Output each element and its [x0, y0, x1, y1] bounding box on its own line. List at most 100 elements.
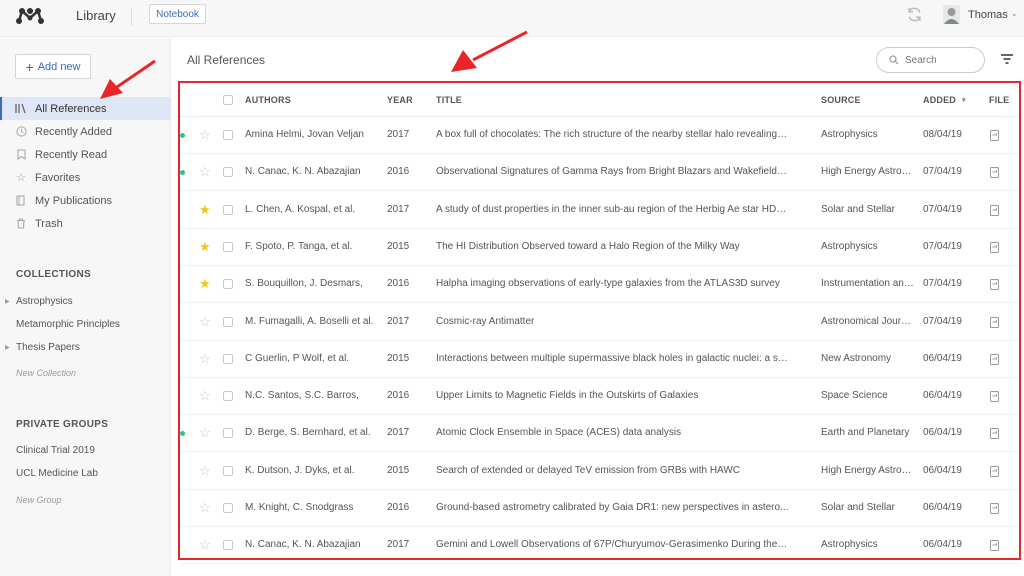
file-icon[interactable]: [990, 391, 999, 403]
row-checkbox[interactable]: [223, 241, 233, 252]
column-authors[interactable]: AUTHORS: [245, 95, 291, 105]
row-checkbox[interactable]: [223, 465, 233, 476]
table-row[interactable]: ☆ N. Canac, K. N. Abazajian 2016 Observatio…: [180, 154, 1019, 192]
group-item[interactable]: UCL Medicine Lab: [16, 468, 98, 479]
nav-label: Favorites: [35, 171, 81, 184]
star-icon[interactable]: ☆: [199, 426, 211, 439]
file-icon[interactable]: [990, 353, 999, 365]
cell-added: 07/04/19: [923, 278, 962, 290]
private-groups-title: PRIVATE GROUPS: [16, 419, 109, 430]
column-title[interactable]: TITLE: [436, 95, 462, 105]
add-new-button[interactable]: + Add new: [15, 54, 91, 79]
cell-authors: D. Berge, S. Bernhard, et al.: [245, 427, 371, 439]
group-item[interactable]: Clinical Trial 2019: [16, 445, 95, 456]
table-row[interactable]: ☆ D. Berge, S. Bernhard, et al. 2017 Atomic…: [180, 415, 1019, 453]
sidebar-item-my-publications[interactable]: My Publications: [0, 189, 171, 212]
row-checkbox[interactable]: [223, 279, 233, 290]
new-collection-link[interactable]: New Collection: [16, 368, 76, 378]
table-row[interactable]: ☆ N.C. Santos, S.C. Barros, 2016 Upper Limi…: [180, 378, 1019, 416]
caret-right-icon[interactable]: ▶: [5, 298, 10, 305]
collection-item[interactable]: Metamorphic Principles: [16, 319, 120, 330]
star-filled-icon[interactable]: ★: [199, 240, 211, 253]
collection-item[interactable]: Astrophysics: [16, 296, 73, 307]
search-input[interactable]: [905, 54, 975, 66]
column-year[interactable]: YEAR: [387, 95, 413, 105]
table-row[interactable]: ☆ K. Dutson, J. Dyks, et al. 2015 Search of…: [180, 453, 1019, 490]
sidebar-item-all-references[interactable]: All References: [0, 97, 171, 120]
sidebar-item-recently-added[interactable]: Recently Added: [0, 120, 171, 143]
caret-right-icon[interactable]: ▶: [5, 344, 10, 351]
star-icon[interactable]: ☆: [199, 352, 211, 365]
file-icon[interactable]: [990, 167, 999, 179]
filter-icon[interactable]: [1001, 54, 1013, 64]
star-icon[interactable]: ☆: [199, 501, 211, 514]
row-checkbox[interactable]: [223, 130, 233, 140]
table-row[interactable]: ☆ M. Knight, C. Snodgrass 2016 Ground-based…: [180, 490, 1019, 527]
row-checkbox[interactable]: [223, 391, 233, 402]
new-group-link[interactable]: New Group: [16, 495, 62, 505]
sync-icon[interactable]: [906, 6, 923, 23]
star-icon[interactable]: ☆: [199, 165, 211, 178]
unread-indicator: [180, 133, 185, 138]
table-row[interactable]: ★ S. Bouquillon, J. Desmars, 2016 Halpha im…: [180, 266, 1019, 304]
row-checkbox[interactable]: [223, 167, 233, 178]
table-row[interactable]: ★ L. Chen, A. Kospal, et al. 2017 A study o…: [180, 192, 1019, 229]
row-checkbox[interactable]: [223, 503, 233, 513]
cell-source: High Energy Astro…: [821, 166, 912, 178]
table-row[interactable]: ☆ Amina Helmi, Jovan Veljan 2017 A box full…: [180, 117, 1019, 154]
file-icon[interactable]: [990, 279, 999, 291]
star-filled-icon[interactable]: ★: [199, 277, 211, 290]
user-avatar[interactable]: [943, 5, 960, 24]
star-icon[interactable]: ☆: [199, 389, 211, 402]
collection-item[interactable]: Thesis Papers: [16, 342, 80, 353]
row-checkbox[interactable]: [223, 540, 233, 551]
star-icon[interactable]: ☆: [199, 464, 211, 477]
user-name[interactable]: Thomas: [968, 9, 1008, 21]
mendeley-logo[interactable]: [16, 6, 44, 26]
row-checkbox[interactable]: [223, 428, 233, 439]
column-file[interactable]: FILE: [989, 95, 1009, 105]
star-icon[interactable]: ☆: [199, 538, 211, 551]
sort-desc-icon[interactable]: ▾: [962, 96, 966, 104]
file-icon[interactable]: [990, 130, 999, 141]
page-title: All References: [187, 53, 266, 67]
notebook-button[interactable]: Notebook: [149, 4, 206, 24]
chevron-down-icon[interactable]: ⌄: [1011, 9, 1018, 18]
file-icon[interactable]: [990, 428, 999, 440]
unread-indicator: [180, 170, 185, 176]
bookmark-icon: [15, 149, 27, 161]
star-filled-icon[interactable]: ★: [199, 203, 211, 216]
cell-authors: C Guerlin, P Wolf, et al.: [245, 352, 350, 364]
select-all-checkbox[interactable]: [223, 95, 233, 105]
file-icon[interactable]: [990, 241, 999, 253]
column-source[interactable]: SOURCE: [821, 95, 861, 105]
cell-authors: N.C. Santos, S.C. Barros,: [245, 390, 359, 402]
sidebar-item-trash[interactable]: Trash: [0, 212, 171, 235]
star-icon[interactable]: ☆: [199, 128, 211, 141]
table-row[interactable]: ★ F. Spoto, P. Tanga, et al. 2015 The HI Di…: [180, 229, 1019, 266]
nav-label: All References: [35, 102, 107, 115]
sidebar-item-recently-read[interactable]: Recently Read: [0, 143, 171, 166]
sidebar-item-favorites[interactable]: ☆ Favorites: [0, 166, 171, 189]
star-icon[interactable]: ☆: [199, 315, 211, 328]
collections-title: COLLECTIONS: [16, 269, 91, 280]
library-tab[interactable]: Library: [76, 8, 116, 23]
row-checkbox[interactable]: [223, 353, 233, 364]
search-icon: [889, 55, 899, 65]
cell-title: Interactions between multiple supermassi…: [436, 352, 788, 364]
row-checkbox[interactable]: [223, 316, 233, 327]
cell-year: 2015: [387, 464, 410, 476]
row-checkbox[interactable]: [223, 204, 233, 215]
table-row[interactable]: ☆ N. Canac, K. N. Abazajian 2017 Gemini and…: [180, 527, 1019, 565]
file-icon[interactable]: [990, 503, 999, 514]
file-icon[interactable]: [990, 465, 999, 477]
file-icon[interactable]: [990, 316, 999, 328]
table-row[interactable]: ☆ C Guerlin, P Wolf, et al. 2015 Interactio…: [180, 341, 1019, 378]
table-row[interactable]: ☆ M. Fumagalli, A. Boselli et al. 2017 Cosm…: [180, 304, 1019, 341]
file-icon[interactable]: [990, 540, 999, 552]
column-added[interactable]: ADDED: [923, 95, 956, 105]
file-icon[interactable]: [990, 204, 999, 216]
search-field[interactable]: [876, 47, 985, 73]
cell-year: 2016: [387, 390, 410, 402]
cell-source: Earth and Planetary: [821, 427, 910, 439]
